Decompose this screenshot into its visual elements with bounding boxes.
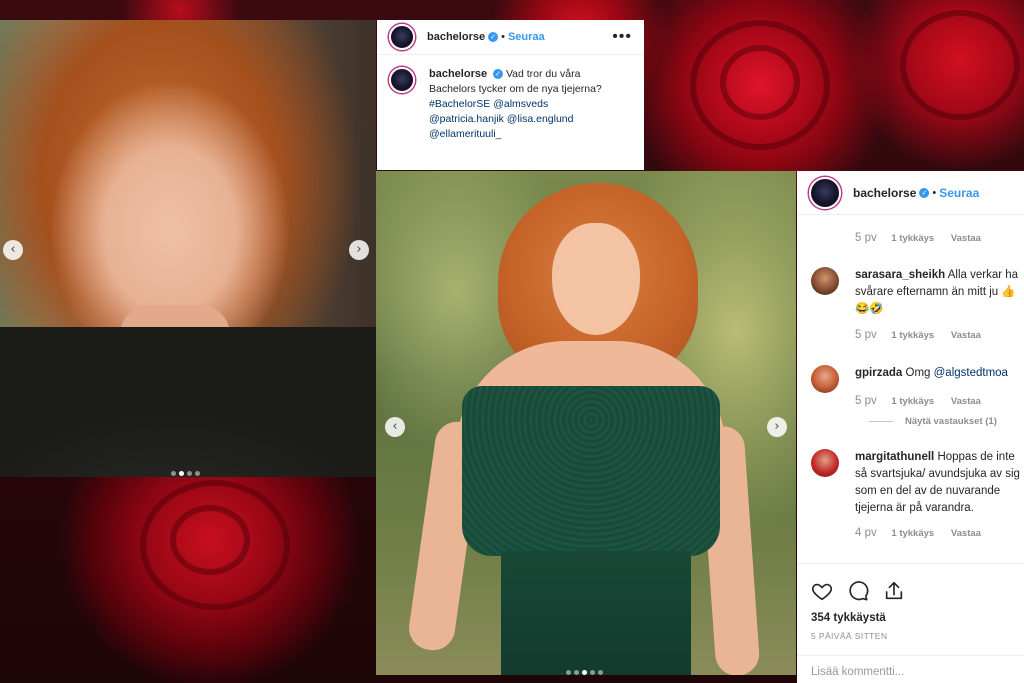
follow-button[interactable]: Seuraa: [939, 186, 979, 200]
comment-text: som en del av de nuvarande: [855, 485, 1001, 497]
comment-likes[interactable]: 1 tykkäys: [891, 396, 934, 407]
comment-icon[interactable]: [847, 580, 869, 602]
comment-age: 5 pv: [855, 329, 877, 341]
post-caption: bachelorse ✓ Vad tror du våra Bachelors …: [377, 55, 644, 142]
view-replies-link[interactable]: Näytä vastaukset (1): [869, 416, 997, 427]
reply-button[interactable]: Vastaa: [951, 528, 981, 539]
comments-panel: bachelorse ✓ • Seuraa 5 pv 1 tykkäys Vas…: [797, 171, 1024, 683]
avatar[interactable]: [811, 449, 839, 477]
verified-badge-icon: ✓: [488, 32, 499, 42]
carousel-dot-active: [582, 670, 587, 675]
rose-petal-ring: [170, 505, 250, 575]
caption-line2: Bachelors tycker om de nya tjejerna?: [429, 83, 602, 95]
carousel-dot-active: [179, 471, 184, 476]
comment-body: sarasara_sheikh Alla verkar ha svårare e…: [855, 267, 1024, 318]
post-header-card: bachelorse ✓ • Seuraa ••• bachelorse ✓ V…: [377, 20, 644, 170]
carousel-dots: [566, 670, 603, 675]
comment-age: 5 pv: [855, 232, 877, 244]
carousel-dot: [566, 670, 571, 675]
caption-text: bachelorse ✓ Vad tror du våra Bachelors …: [429, 67, 602, 142]
comment-text: 😂🤣: [855, 303, 884, 315]
rose-petal-ring: [720, 45, 800, 120]
carousel-dot: [195, 471, 200, 476]
reply-button[interactable]: Vastaa: [951, 330, 981, 341]
comment-username[interactable]: gpirzada: [855, 367, 902, 379]
carousel-next-arrow-icon[interactable]: ›: [767, 417, 787, 437]
carousel-dot: [171, 471, 176, 476]
post-timestamp: 5 PÄIVÄÄ SITTEN: [811, 631, 888, 641]
comment-meta: 5 pv 1 tykkäys Vastaa: [855, 232, 995, 244]
post-username[interactable]: bachelorse: [853, 186, 916, 200]
comment-meta: 5 pv 1 tykkäys Vastaa: [855, 395, 995, 407]
comment-text: Alla verkar ha: [947, 269, 1019, 281]
photo-subject-face: [552, 223, 640, 335]
caption-username[interactable]: bachelorse: [429, 68, 487, 80]
comment-text: så svartsjuka/ avundsjuka av sig: [855, 468, 1020, 480]
mention-link[interactable]: @almsveds: [493, 98, 548, 110]
comment-text: Hoppas de inte: [937, 451, 1015, 463]
comments-header: bachelorse ✓ • Seuraa: [797, 171, 1024, 215]
comment-username[interactable]: sarasara_sheikh: [855, 269, 945, 281]
carousel-dot: [187, 471, 192, 476]
center-post-photo[interactable]: ‹ ›: [376, 171, 796, 675]
verified-badge-icon: ✓: [493, 69, 504, 80]
likes-count[interactable]: 354 tykkäystä: [811, 612, 886, 624]
comment-meta: 4 pv 1 tykkäys Vastaa: [855, 527, 995, 539]
caption-line1: Vad tror du våra: [505, 68, 581, 80]
post-header: bachelorse ✓ • Seuraa •••: [377, 20, 644, 55]
follow-button[interactable]: Seuraa: [508, 31, 545, 43]
carousel-dots: [171, 471, 200, 476]
comment-likes[interactable]: 1 tykkäys: [891, 528, 934, 539]
replies-divider: [869, 420, 893, 422]
carousel-dot: [598, 670, 603, 675]
mention-link[interactable]: @ellamerituuli_: [429, 128, 502, 140]
comment-body: margitathunell Hoppas de inte så svartsj…: [855, 449, 1024, 517]
left-post-photo[interactable]: ‹ ›: [0, 20, 376, 477]
mention-link[interactable]: @lisa.englund: [507, 113, 574, 125]
avatar[interactable]: [389, 67, 415, 93]
carousel-prev-arrow-icon[interactable]: ‹: [3, 240, 23, 260]
photo-subject-shirt: [0, 327, 376, 477]
reply-button[interactable]: Vastaa: [951, 233, 981, 244]
mention-link[interactable]: @patricia.hanjik: [429, 113, 504, 125]
post-username[interactable]: bachelorse: [427, 31, 485, 43]
view-replies-label[interactable]: Näytä vastaukset (1): [905, 416, 997, 427]
carousel-next-arrow-icon[interactable]: ›: [349, 240, 369, 260]
comment-age: 4 pv: [855, 527, 877, 539]
post-actions: 354 tykkäystä 5 PÄIVÄÄ SITTEN: [797, 563, 1024, 653]
share-icon[interactable]: [883, 580, 905, 602]
comment-likes[interactable]: 1 tykkäys: [891, 233, 934, 244]
carousel-prev-arrow-icon[interactable]: ‹: [385, 417, 405, 437]
action-icons: [811, 580, 905, 602]
comment-text: svårare efternamn än mitt ju 👍: [855, 286, 1016, 298]
add-comment-input[interactable]: Lisää kommentti...: [797, 655, 1024, 683]
photo-subject-skirt: [501, 551, 691, 675]
avatar[interactable]: [811, 267, 839, 295]
separator-bullet: •: [501, 31, 505, 43]
avatar[interactable]: [809, 176, 841, 209]
rose-petal-ring: [900, 10, 1020, 120]
separator-bullet: •: [932, 186, 937, 199]
comment-meta: 5 pv 1 tykkäys Vastaa: [855, 329, 995, 341]
more-options-icon[interactable]: •••: [612, 28, 632, 46]
reply-button[interactable]: Vastaa: [951, 396, 981, 407]
avatar[interactable]: [811, 365, 839, 393]
comment-username[interactable]: margitathunell: [855, 451, 934, 463]
comment-text: tjejerna är på varandra.: [855, 502, 974, 514]
comment-age: 5 pv: [855, 395, 877, 407]
comment-text: Omg: [905, 367, 931, 379]
verified-badge-icon: ✓: [919, 187, 930, 198]
heart-icon[interactable]: [811, 580, 833, 602]
hashtag-link[interactable]: #BachelorSE: [429, 98, 490, 110]
avatar[interactable]: [389, 24, 415, 50]
carousel-dot: [590, 670, 595, 675]
comment-likes[interactable]: 1 tykkäys: [891, 330, 934, 341]
mention-link[interactable]: @algstedtmoa: [934, 367, 1008, 379]
carousel-dot: [574, 670, 579, 675]
comment-body: gpirzada Omg @algstedtmoa: [855, 365, 1024, 382]
photo-subject-dress: [462, 386, 720, 556]
